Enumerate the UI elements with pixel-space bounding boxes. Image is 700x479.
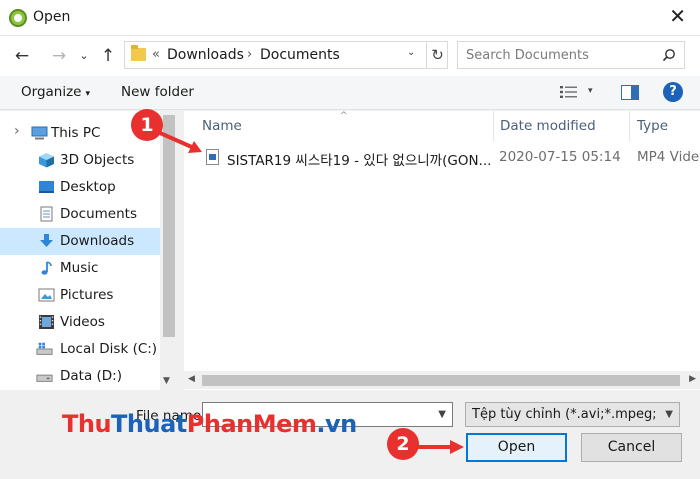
view-options-icon[interactable]: [559, 84, 579, 100]
nav-item-label: Videos: [60, 314, 105, 330]
organize-caret-icon: ▾: [85, 89, 91, 99]
watermark-part: .vn: [316, 410, 357, 438]
open-button[interactable]: Open: [466, 433, 567, 462]
breadcrumb-overflow[interactable]: «: [152, 47, 160, 62]
file-type: MP4 Video: [637, 149, 700, 165]
nav-item-label: Music: [60, 260, 99, 276]
watermark-part: Thuat: [111, 410, 187, 438]
search-box[interactable]: [457, 41, 685, 69]
column-header-name[interactable]: Name: [194, 111, 493, 141]
breadcrumb-documents[interactable]: Documents: [260, 47, 340, 63]
drive-icon: [36, 374, 53, 382]
window-title: Open: [33, 9, 71, 25]
nav-item-label: This PC: [51, 125, 101, 141]
cancel-button[interactable]: Cancel: [581, 433, 682, 462]
column-header-date[interactable]: Date modified: [492, 111, 629, 141]
scroll-right-icon[interactable]: ▶: [689, 374, 696, 384]
address-dropdown-icon[interactable]: ⌄: [407, 47, 415, 58]
scroll-down-icon[interactable]: ▼: [163, 376, 170, 386]
refresh-icon[interactable]: ↻: [426, 42, 448, 68]
app-icon: [9, 9, 27, 27]
cube-icon: [39, 153, 54, 168]
nav-item-music[interactable]: Music: [0, 255, 160, 282]
nav-item-3d-objects[interactable]: 3D Objects: [0, 147, 160, 174]
nav-item-label: Downloads: [60, 233, 135, 249]
desktop-icon: [39, 181, 54, 193]
column-label: Date modified: [500, 118, 596, 134]
windows-drive-icon: [36, 342, 53, 355]
music-icon: [41, 261, 52, 275]
nav-item-label: Desktop: [60, 179, 116, 195]
up-folder-icon[interactable]: ↑: [96, 43, 120, 69]
chevron-down-icon[interactable]: ▼: [665, 409, 673, 420]
watermark-logo: ThuThuatPhanMem.vn: [62, 410, 357, 438]
file-name: SISTAR19 씨스타19 - 있다 없으니까(GON...: [227, 153, 492, 169]
column-label: Type: [637, 118, 669, 134]
nav-item-label: Local Disk (C:): [60, 341, 158, 357]
nav-item-label: Documents: [60, 206, 137, 222]
search-input[interactable]: [466, 46, 651, 65]
title-bar: Open ✕: [0, 0, 700, 36]
back-icon[interactable]: ←: [10, 43, 34, 69]
chevron-down-icon[interactable]: ▼: [438, 409, 446, 420]
close-icon[interactable]: ✕: [669, 6, 686, 26]
column-header-type[interactable]: Type: [629, 111, 700, 141]
nav-item-label: Pictures: [60, 287, 114, 303]
nav-item-desktop[interactable]: Desktop: [0, 174, 160, 201]
nav-item-data-d[interactable]: Data (D:): [0, 363, 160, 390]
expand-icon[interactable]: ›: [14, 123, 20, 139]
breadcrumb-separator: ›: [247, 47, 253, 62]
organize-label: Organize: [21, 84, 82, 100]
address-row: ← → ⌄ ↑ « Downloads › Documents ⌄ ↻: [0, 36, 700, 76]
download-icon: [40, 234, 53, 247]
nav-item-label: 3D Objects: [60, 152, 135, 168]
scroll-left-icon[interactable]: ◀: [188, 374, 195, 384]
file-date: 2020-07-15 05:14 ...: [499, 149, 623, 165]
file-type-filter-value: Tệp tùy chỉnh (*.avi;*.mpeg;*.mk: [472, 407, 655, 422]
annotation-arrow-1: [158, 131, 202, 153]
command-bar: Organize ▾ New folder ▾ ?: [0, 76, 700, 110]
video-icon: [39, 315, 54, 329]
file-list: ^ Name Date modified Type SISTAR19 씨스타19…: [184, 111, 700, 390]
recent-locations-icon[interactable]: ⌄: [76, 43, 92, 69]
organize-menu[interactable]: Organize ▾: [21, 84, 90, 100]
nav-item-pictures[interactable]: Pictures: [0, 282, 160, 309]
breadcrumb-downloads[interactable]: Downloads: [167, 47, 244, 63]
preview-pane-icon[interactable]: [621, 85, 639, 100]
watermark-part: PhanMem: [186, 410, 317, 438]
file-type-filter[interactable]: Tệp tùy chỉnh (*.avi;*.mpeg;*.mk ▼: [465, 402, 680, 427]
horizontal-scrollbar-thumb[interactable]: [202, 375, 680, 386]
new-folder-button[interactable]: New folder: [121, 84, 194, 100]
forward-icon[interactable]: →: [47, 43, 71, 69]
address-bar[interactable]: « Downloads › Documents ⌄ ↻: [124, 41, 448, 69]
folder-icon: [131, 45, 146, 61]
document-icon: [40, 206, 53, 222]
pictures-icon: [38, 288, 55, 302]
file-row[interactable]: SISTAR19 씨스타19 - 있다 없으니까(GON... 2020-07-…: [200, 146, 700, 169]
search-icon[interactable]: [662, 48, 676, 62]
watermark-part: Thu: [62, 410, 112, 438]
nav-item-local-disk-c[interactable]: Local Disk (C:): [0, 336, 160, 363]
annotation-arrow-2: [416, 440, 464, 454]
horizontal-scrollbar[interactable]: ◀ ▶: [184, 371, 700, 389]
nav-item-label: Data (D:): [60, 368, 123, 384]
help-icon[interactable]: ?: [663, 82, 683, 102]
nav-item-documents[interactable]: Documents: [0, 201, 160, 228]
view-options-caret-icon[interactable]: ▾: [588, 86, 593, 96]
pc-icon: [31, 126, 48, 140]
nav-item-downloads[interactable]: Downloads: [0, 228, 160, 255]
nav-item-videos[interactable]: Videos: [0, 309, 160, 336]
